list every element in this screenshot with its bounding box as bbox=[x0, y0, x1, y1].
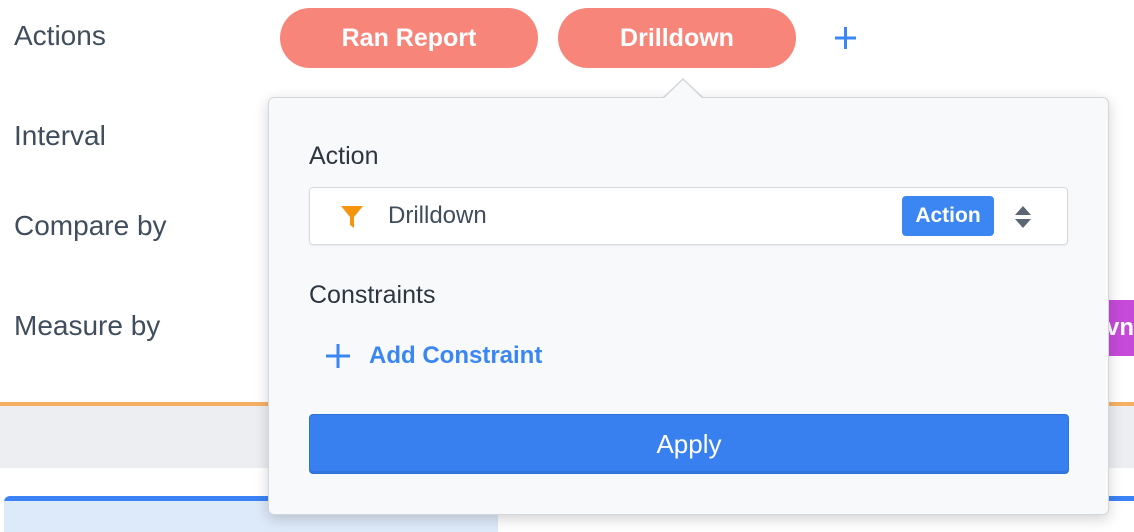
measure-chip-text: vn bbox=[1106, 314, 1134, 341]
measure-by-label: Measure by bbox=[14, 310, 161, 341]
action-pill-drilldown[interactable]: Drilldown bbox=[558, 8, 796, 68]
add-constraint-link[interactable]: Add Constraint bbox=[325, 338, 542, 374]
compare-by-label: Compare by bbox=[14, 210, 167, 241]
action-type-badge: Action bbox=[902, 196, 994, 236]
constraints-section-label: Constraints bbox=[309, 281, 436, 309]
funnel-icon bbox=[338, 203, 366, 231]
popover-caret-fill bbox=[663, 80, 703, 99]
plus-icon bbox=[325, 343, 351, 369]
action-select-value: Drilldown bbox=[388, 202, 487, 229]
sort-updown-icon[interactable] bbox=[1014, 204, 1032, 230]
actions-label: Actions bbox=[14, 20, 106, 51]
add-constraint-label: Add Constraint bbox=[369, 342, 543, 369]
segmentation-query-builder: Actions Interval Compare by Measure by R… bbox=[0, 0, 1134, 532]
action-pill-ran-report[interactable]: Ran Report bbox=[280, 8, 538, 68]
action-select[interactable]: Drilldown Action bbox=[309, 187, 1068, 245]
apply-button[interactable]: Apply bbox=[309, 414, 1069, 474]
action-section-label: Action bbox=[309, 142, 379, 170]
interval-label: Interval bbox=[14, 120, 106, 151]
action-popover: Action Drilldown Action Constraints Add … bbox=[268, 97, 1109, 515]
add-action-plus-icon[interactable] bbox=[832, 22, 860, 54]
